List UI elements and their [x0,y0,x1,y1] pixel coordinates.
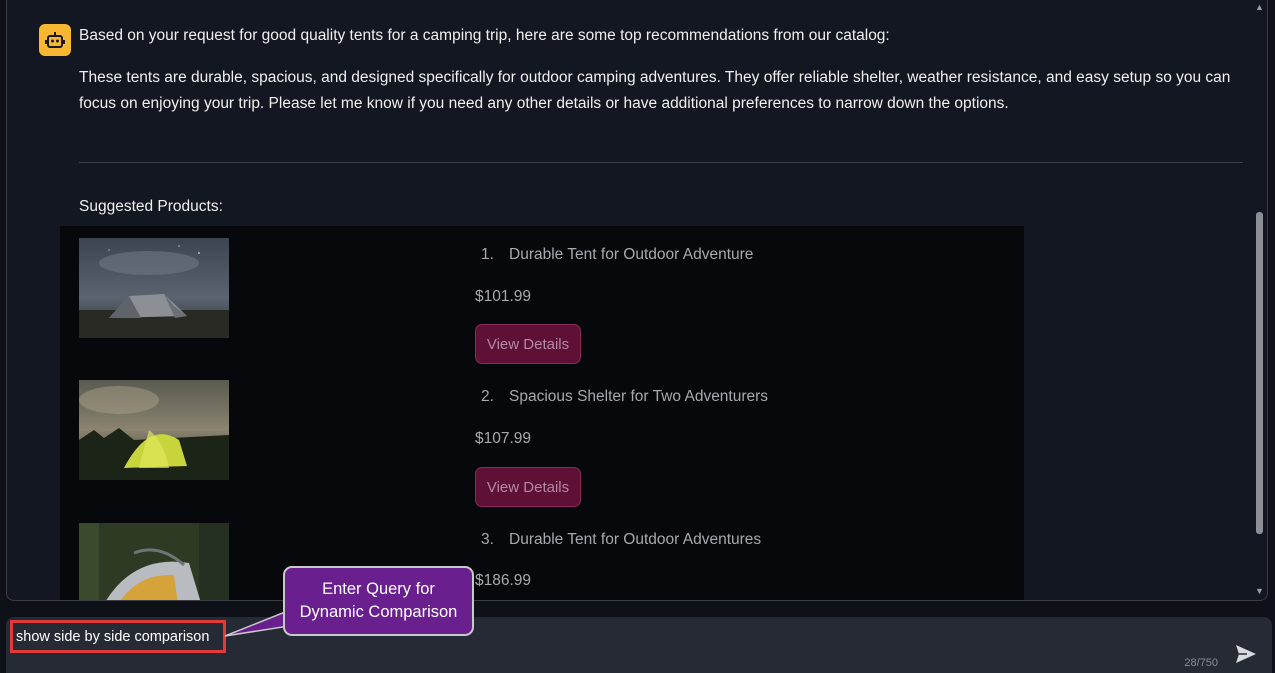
product-card: 2. Spacious Shelter for Two Adventurers $… [60,368,1024,508]
view-details-button[interactable]: View Details [475,324,581,364]
chat-input-area: 28/750 [6,617,1272,673]
scrollbar-thumb[interactable] [1256,212,1263,534]
chat-history: Based on your request for good quality t… [6,0,1268,601]
char-count: 28/750 [1184,657,1218,669]
product-image [79,238,229,338]
product-name[interactable]: 3. Durable Tent for Outdoor Adventures [481,531,761,549]
product-price: $101.99 [475,288,532,305]
scroll-down-icon[interactable]: ▼ [1255,586,1264,596]
product-price: $107.99 [475,430,532,447]
chat-input[interactable] [10,620,226,653]
divider [79,162,1243,163]
chat-scrollbar[interactable]: ▲ ▼ [1251,0,1267,600]
send-icon[interactable] [1234,643,1258,665]
assistant-avatar [39,24,71,56]
assistant-message-intro: Based on your request for good quality t… [79,27,890,44]
scroll-up-icon[interactable]: ▲ [1255,2,1264,12]
product-image [79,523,229,600]
assistant-message-body: These tents are durable, spacious, and d… [79,69,1231,112]
annotation-callout: Enter Query for Dynamic Comparison [283,566,474,636]
product-name[interactable]: 2. Spacious Shelter for Two Adventurers [481,388,768,406]
product-image [79,380,229,480]
product-name[interactable]: 1. Durable Tent for Outdoor Adventure [481,246,753,264]
callout-line-1: Enter Query for [322,580,435,598]
suggested-products-title: Suggested Products: [79,198,223,215]
callout-line-2: Dynamic Comparison [299,603,458,621]
robot-icon [45,32,65,48]
product-card: 3. Durable Tent for Outdoor Adventures $1… [60,511,1024,600]
product-list: 1. Durable Tent for Outdoor Adventure $10… [60,226,1024,600]
product-price: $186.99 [475,572,532,589]
product-card: 1. Durable Tent for Outdoor Adventure $10… [60,226,1024,366]
view-details-button[interactable]: View Details [475,467,581,507]
